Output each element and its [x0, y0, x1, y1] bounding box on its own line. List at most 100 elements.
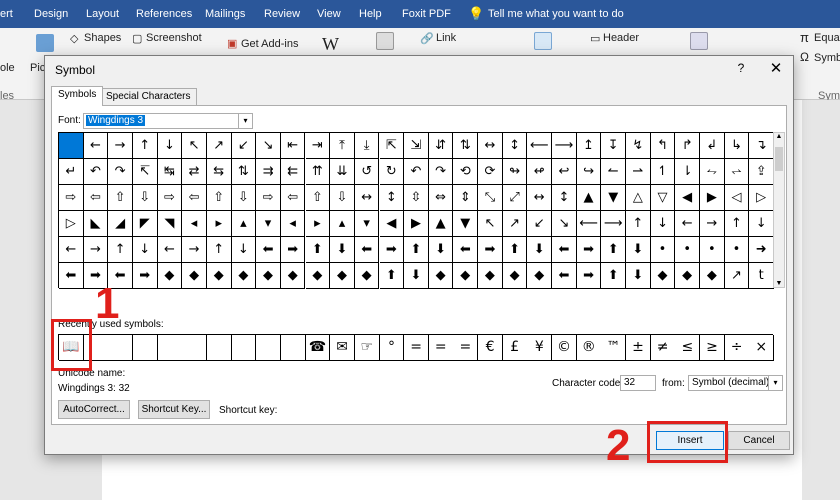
symbol-cell[interactable]: ↘: [552, 211, 577, 237]
symbol-cell[interactable]: ↗: [724, 263, 750, 289]
symbol-cell[interactable]: ◆: [354, 263, 380, 289]
symbol-cell[interactable]: ➡: [132, 263, 158, 289]
symbol-cell[interactable]: ⇲: [404, 133, 429, 159]
symbol-cell[interactable]: ◆: [675, 263, 700, 289]
symbol-cell[interactable]: ⇦: [83, 185, 109, 211]
tab-special-characters[interactable]: Special Characters: [99, 88, 198, 106]
symbol-cell[interactable]: ⇵: [428, 133, 454, 159]
recent-symbol-cell[interactable]: ≤: [675, 335, 701, 361]
symbol-cell[interactable]: ↺: [354, 159, 380, 185]
header-button[interactable]: Header: [603, 32, 639, 44]
symbol-cell[interactable]: ↵: [59, 159, 84, 185]
close-icon[interactable]: ✕: [768, 59, 784, 77]
symbol-cell[interactable]: •: [724, 237, 750, 263]
symbol-cell[interactable]: ↱: [675, 133, 700, 159]
symbol-cell[interactable]: ⇔: [428, 185, 454, 211]
symbol-cell[interactable]: ⇧: [206, 185, 232, 211]
symbol-cell[interactable]: ↙: [527, 211, 553, 237]
symbol-cell[interactable]: ↔: [527, 185, 553, 211]
symbol-cell[interactable]: ⤢: [502, 185, 528, 211]
recent-symbol-cell[interactable]: €: [478, 335, 504, 361]
symbol-cell[interactable]: ↓: [749, 211, 774, 237]
symbol-cell[interactable]: ↑: [626, 211, 651, 237]
symbol-cell[interactable]: ▴: [231, 211, 257, 237]
pictures-label[interactable]: Pic: [30, 62, 45, 74]
symbol-cell[interactable]: ◂: [280, 211, 306, 237]
symbol-cell[interactable]: ◆: [428, 263, 454, 289]
symbol-cell[interactable]: ↗: [502, 211, 528, 237]
symbol-cell[interactable]: ▶: [404, 211, 429, 237]
symbol-cell[interactable]: ⤡: [478, 185, 503, 211]
symbol-cell[interactable]: ↔: [354, 185, 380, 211]
symbol-cell[interactable]: ◆: [182, 263, 207, 289]
symbol-cell[interactable]: ▼: [601, 185, 626, 211]
symbol-cell[interactable]: ↴: [749, 133, 774, 159]
cancel-button[interactable]: Cancel: [728, 431, 790, 450]
symbol-cell[interactable]: ↳: [724, 133, 750, 159]
symbol-cell[interactable]: ↑: [206, 237, 232, 263]
recent-symbol-cell[interactable]: ±: [626, 335, 651, 361]
symbol-cell[interactable]: ↫: [527, 159, 553, 185]
link-button[interactable]: Link: [436, 32, 456, 44]
symbol-cell[interactable]: ➡: [576, 237, 602, 263]
recent-symbol-cell[interactable]: [132, 335, 158, 361]
symbol-cell[interactable]: ◀: [379, 211, 405, 237]
symbol-cell[interactable]: ◀: [675, 185, 700, 211]
symbol-cell[interactable]: ↘: [256, 133, 281, 159]
symbol-cell[interactable]: ▸: [206, 211, 232, 237]
symbol-cell[interactable]: ⇅: [453, 133, 479, 159]
equation-button[interactable]: Equat: [814, 32, 840, 44]
symbol-cell[interactable]: ◆: [478, 263, 503, 289]
symbol-cell[interactable]: ⇤: [280, 133, 306, 159]
symbol-cell[interactable]: ⇊: [330, 159, 355, 185]
tab-view[interactable]: View: [317, 8, 341, 20]
symbol-cell[interactable]: ▾: [256, 211, 281, 237]
recent-symbol-cell[interactable]: [182, 335, 208, 361]
get-addins-button[interactable]: Get Add-ins: [241, 38, 298, 50]
symbol-cell[interactable]: ⇆: [206, 159, 232, 185]
symbol-cell[interactable]: ↕: [502, 133, 528, 159]
recent-symbol-cell[interactable]: ☞: [354, 335, 380, 361]
symbol-cell[interactable]: ◆: [330, 263, 355, 289]
symbol-cell[interactable]: ⬅: [453, 237, 479, 263]
online-video-icon[interactable]: [376, 32, 394, 50]
symbol-cell[interactable]: ◥: [157, 211, 183, 237]
symbol-cell[interactable]: ↓: [231, 237, 257, 263]
symbol-cell[interactable]: ↰: [650, 133, 676, 159]
symbol-cell[interactable]: ◤: [132, 211, 158, 237]
recent-symbol-cell[interactable]: ✉: [330, 335, 356, 361]
symbol-cell[interactable]: →: [108, 133, 133, 159]
symbol-cell[interactable]: ⬆: [305, 237, 331, 263]
symbol-cell[interactable]: ⇧: [305, 185, 331, 211]
symbol-cell[interactable]: ↕: [379, 185, 405, 211]
symbol-cell[interactable]: →: [182, 237, 207, 263]
recent-symbol-cell[interactable]: ©: [552, 335, 577, 361]
symbol-cell[interactable]: ⬇: [330, 237, 355, 263]
symbol-cell[interactable]: ▲: [428, 211, 454, 237]
scroll-down-icon[interactable]: ▼: [774, 280, 784, 287]
symbol-cell[interactable]: ⇈: [305, 159, 331, 185]
recent-symbol-cell[interactable]: ®: [576, 335, 602, 361]
symbol-cell[interactable]: ↷: [428, 159, 454, 185]
recent-symbol-cell[interactable]: ☎: [305, 335, 331, 361]
symbol-cell[interactable]: ↻: [379, 159, 405, 185]
symbol-cell[interactable]: ⟵: [576, 211, 602, 237]
tell-me-search[interactable]: Tell me what you want to do: [488, 8, 624, 20]
symbol-cell[interactable]: ↷: [108, 159, 133, 185]
symbol-cell[interactable]: ↖: [478, 211, 503, 237]
symbol-cell[interactable]: •: [675, 237, 700, 263]
recent-symbol-cell[interactable]: [256, 335, 282, 361]
symbol-cell[interactable]: ⇳: [404, 185, 429, 211]
symbol-button[interactable]: Symb: [814, 52, 840, 64]
symbol-cell[interactable]: ↯: [626, 133, 651, 159]
symbol-cell[interactable]: ▽: [650, 185, 676, 211]
symbol-cell[interactable]: ◆: [231, 263, 257, 289]
recent-symbol-cell[interactable]: [206, 335, 232, 361]
autocorrect-button[interactable]: AutoCorrect...: [58, 400, 130, 419]
symbol-cell[interactable]: ⇄: [182, 159, 207, 185]
symbol-cell[interactable]: ⬅: [552, 263, 577, 289]
recent-symbol-cell[interactable]: [157, 335, 183, 361]
recent-symbol-cell[interactable]: ≥: [700, 335, 725, 361]
symbol-cell[interactable]: ◁: [724, 185, 750, 211]
recent-symbol-cell[interactable]: ¥: [527, 335, 553, 361]
